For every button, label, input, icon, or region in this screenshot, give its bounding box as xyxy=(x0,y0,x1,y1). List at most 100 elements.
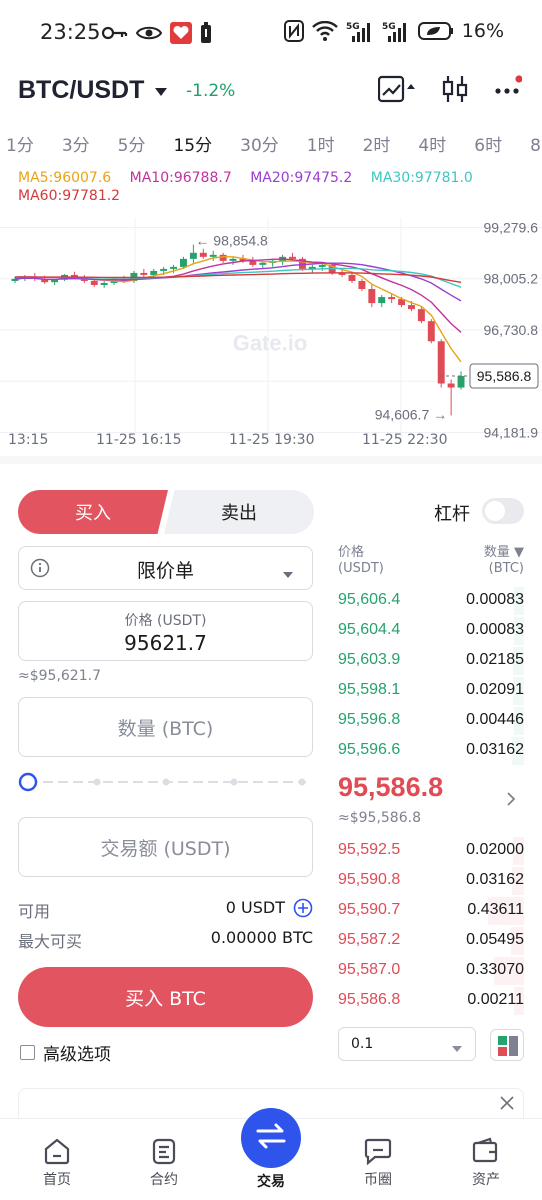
candle-body xyxy=(160,268,168,271)
bid-row[interactable]: 95,590.7 0.43611 xyxy=(338,896,524,926)
candle-body xyxy=(180,258,187,267)
order-type-value: 限价单 xyxy=(136,560,194,582)
tab-interval-6[interactable]: 2时 xyxy=(363,128,391,166)
depth-select[interactable]: 0.1 xyxy=(338,1027,476,1061)
tab-interval-8[interactable]: 6时 xyxy=(474,128,502,166)
candle-body xyxy=(100,282,108,285)
ask-row[interactable]: 95,596.6 0.03162 xyxy=(338,736,524,766)
bid-row[interactable]: 95,586.8 0.00211 xyxy=(338,986,524,1016)
tab-interval-3[interactable]: 15分 xyxy=(173,128,212,166)
wifi-icon xyxy=(311,21,338,41)
order-type-select[interactable]: 限价单 xyxy=(18,546,313,590)
close-icon[interactable] xyxy=(499,1095,515,1115)
chevron-right-icon[interactable] xyxy=(506,791,516,811)
orderbook-layout-icon xyxy=(497,1035,519,1061)
nav-moments[interactable]: 币圈 xyxy=(338,1119,418,1189)
sell-tab[interactable]: 卖出 xyxy=(164,490,314,534)
candle-body xyxy=(51,279,59,283)
bid-row[interactable]: 95,590.8 0.03162 xyxy=(338,866,524,896)
status-bar: 23:25 5G 5G 16% xyxy=(0,0,542,68)
ask-row[interactable]: 95,604.4 0.00083 xyxy=(338,616,524,646)
bid-row[interactable]: 95,587.0 0.33070 xyxy=(338,956,524,986)
low-price-label: 94,606.7 → xyxy=(375,406,447,422)
x-tick-label: 11-25 19:30 xyxy=(229,432,315,448)
quantity-input[interactable]: 数量 (BTC) xyxy=(18,697,313,757)
advanced-options[interactable]: 高级选项 xyxy=(20,1040,111,1065)
x-tick-label: 11-25 16:15 xyxy=(96,432,182,448)
bid-qty: 0.00211 xyxy=(467,991,524,1008)
ask-price: 95,596.6 xyxy=(338,741,401,758)
ask-row[interactable]: 95,596.8 0.00446 xyxy=(338,706,524,736)
x-tick-label: 11-25 22:30 xyxy=(362,432,448,448)
orderbook-qty-unit: (BTC) xyxy=(488,561,524,576)
candlestick-icon[interactable] xyxy=(442,74,468,108)
tab-interval-1[interactable]: 3分 xyxy=(62,128,90,166)
battery-icon xyxy=(417,21,454,41)
interval-tabs: 1分 3分 5分 15分 30分 1时 2时 4时 6时 8时 xyxy=(0,128,542,166)
nav-trade[interactable] xyxy=(241,1108,301,1168)
chart-type-icon[interactable] xyxy=(377,75,416,107)
ask-row[interactable]: 95,606.4 0.00083 xyxy=(338,586,524,616)
more-icon[interactable] xyxy=(494,75,523,107)
ma-legend-row-2: MA60:97781.2 xyxy=(18,188,120,204)
battery-level: 16% xyxy=(461,20,504,42)
amount-input[interactable]: 交易额 (USDT) xyxy=(18,817,313,877)
last-price[interactable]: 95,586.8 xyxy=(338,772,443,803)
bid-row[interactable]: 95,592.5 0.02000 xyxy=(338,836,524,866)
bid-row[interactable]: 95,587.2 0.05495 xyxy=(338,926,524,956)
leverage-toggle[interactable] xyxy=(482,498,524,524)
candle-body xyxy=(90,280,98,285)
percent-slider[interactable] xyxy=(18,771,308,793)
candlestick-chart[interactable]: Gate.io 99,279.6 98,005.2 96,730.8 94,181.9 ←… xyxy=(0,205,542,455)
tab-interval-4[interactable]: 30分 xyxy=(240,128,279,166)
ask-row[interactable]: 95,603.9 0.02185 xyxy=(338,646,524,676)
orderbook-qty-header[interactable]: 数量 ▼ xyxy=(484,545,524,561)
bid-price: 95,587.2 xyxy=(338,931,401,948)
nav-home[interactable]: 首页 xyxy=(17,1119,97,1189)
ask-qty: 0.03162 xyxy=(466,741,524,758)
nav-futures[interactable]: 合约 xyxy=(124,1119,204,1189)
candle-body xyxy=(249,260,257,265)
futures-icon xyxy=(124,1119,204,1169)
battery-saver-icon xyxy=(200,22,212,44)
candle-body xyxy=(358,280,366,290)
candle-body xyxy=(199,252,207,257)
tab-interval-5[interactable]: 1时 xyxy=(307,128,335,166)
buy-tab[interactable]: 买入 xyxy=(18,490,168,534)
price-input[interactable]: 价格 (USDT) 95621.7 xyxy=(18,601,313,661)
depth-view-button[interactable] xyxy=(490,1029,524,1061)
price-value[interactable]: 95621.7 xyxy=(19,631,312,655)
advanced-checkbox[interactable] xyxy=(20,1045,35,1060)
section-divider xyxy=(0,456,542,464)
candle-body xyxy=(348,274,356,281)
ask-qty: 0.00083 xyxy=(466,621,524,638)
buy-btc-button[interactable]: 买入 BTC xyxy=(18,967,313,1027)
tab-interval-9[interactable]: 8时 xyxy=(530,128,542,166)
y-tick-label: 98,005.2 xyxy=(484,271,539,287)
tab-interval-2[interactable]: 5分 xyxy=(118,128,146,166)
candle-body xyxy=(437,341,445,384)
bid-price: 95,586.8 xyxy=(338,991,401,1008)
tab-interval-7[interactable]: 4时 xyxy=(418,128,446,166)
nav-assets[interactable]: 资产 xyxy=(446,1119,526,1189)
add-funds-icon[interactable] xyxy=(293,898,313,922)
ask-qty: 0.00083 xyxy=(466,591,524,608)
tab-interval-0[interactable]: 1分 xyxy=(6,128,34,166)
nav-trade-label: 交易 xyxy=(257,1174,285,1190)
signal-icon-2: 5G xyxy=(382,20,410,42)
ask-row[interactable]: 95,598.1 0.02091 xyxy=(338,676,524,706)
home-icon xyxy=(17,1119,97,1169)
depth-value: 0.1 xyxy=(351,1036,374,1052)
high-price-label: ← 98,854.8 xyxy=(195,233,268,249)
leverage-label: 杠杆 xyxy=(434,504,470,525)
y-tick-label: 94,181.9 xyxy=(484,425,539,441)
pair-selector[interactable]: BTC/USDT xyxy=(18,76,144,105)
signal-icon-1: 5G xyxy=(346,20,374,42)
candle-body xyxy=(150,270,158,275)
caret-down-icon[interactable] xyxy=(154,82,168,101)
caret-down-icon xyxy=(451,1041,463,1057)
price-change: -1.2% xyxy=(186,81,236,101)
chat-bubble-icon xyxy=(338,1119,418,1169)
candle-body xyxy=(417,309,425,322)
candle-body xyxy=(229,258,237,261)
